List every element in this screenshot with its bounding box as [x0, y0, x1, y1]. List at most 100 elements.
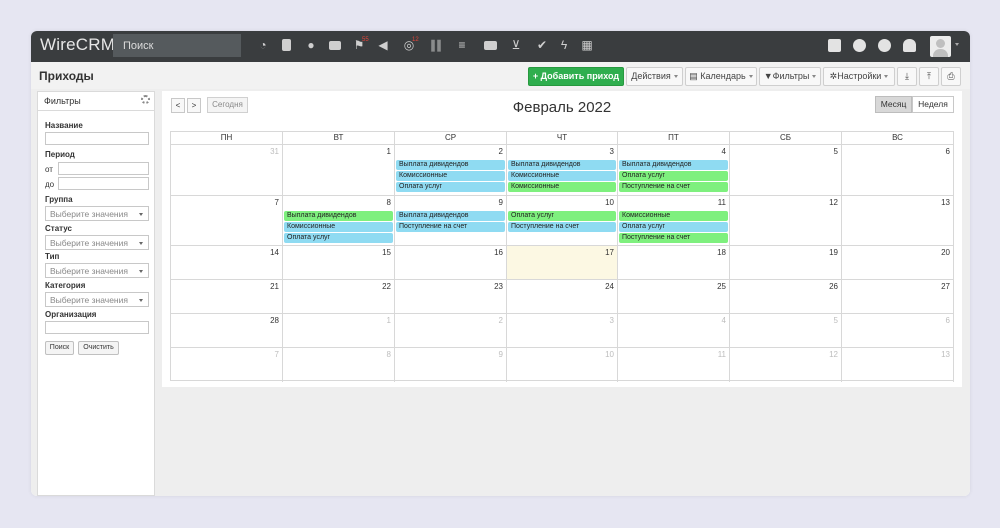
chevron-down-icon[interactable] — [955, 43, 959, 46]
view-month-button[interactable]: Месяц — [875, 96, 912, 113]
upload-button[interactable]: ⤒ — [919, 67, 939, 86]
calendar-day[interactable]: 13 — [842, 196, 954, 246]
calendar-day[interactable]: 14 — [171, 246, 283, 280]
calendar-day[interactable]: 3 — [507, 314, 618, 348]
calendar-day[interactable]: 13 — [842, 348, 954, 382]
calendar-day[interactable]: 24 — [507, 280, 618, 314]
dashboard-icon[interactable]: ◔ — [256, 38, 270, 52]
money-icon[interactable] — [483, 38, 497, 52]
calendar-event[interactable]: Комиссионные — [284, 222, 393, 232]
calendar-day[interactable]: 7 — [171, 196, 283, 246]
calendar-day[interactable]: 6 — [842, 145, 954, 196]
calendar-day[interactable]: 10 Оплата услуг Поступление на счет — [507, 196, 618, 246]
calendar-event[interactable]: Оплата услуг — [284, 233, 393, 243]
status-select[interactable]: Выберите значения — [45, 235, 149, 250]
add-income-button[interactable]: + Добавить приход — [528, 67, 624, 86]
calendar-day[interactable]: 23 — [395, 280, 507, 314]
calendar-day[interactable]: 18 — [618, 246, 730, 280]
calendar-event[interactable]: Комиссионные — [619, 211, 728, 221]
calendar-event[interactable]: Оплата услуг — [508, 211, 616, 221]
calendar-event[interactable]: Выплата дивидендов — [619, 160, 728, 170]
filters-dropdown[interactable]: ▼Фильтры — [759, 67, 821, 86]
calendar-day[interactable]: 11 — [618, 348, 730, 382]
calendar-day[interactable]: 8 Выплата дивидендов Комиссионные Оплата ус… — [283, 196, 395, 246]
calendar-event[interactable]: Оплата услуг — [396, 182, 505, 192]
download-button[interactable]: ⤓ — [897, 67, 917, 86]
calendar-event[interactable]: Поступление на счет — [508, 222, 616, 232]
calendar-day[interactable]: 22 — [283, 280, 395, 314]
calendar-day[interactable]: 5 — [730, 145, 842, 196]
calendar-day[interactable]: 2 Выплата дивидендов Комиссионные Оплата ус… — [395, 145, 507, 196]
user-icon[interactable]: ● — [304, 38, 318, 52]
calendar-dropdown[interactable]: ▤ Календарь — [685, 67, 757, 86]
calendar-day[interactable]: 4 — [618, 314, 730, 348]
calendar-day[interactable]: 5 — [730, 314, 842, 348]
calendar-day[interactable]: 27 — [842, 280, 954, 314]
search-button[interactable]: Поиск — [45, 341, 74, 355]
calendar-day[interactable]: 7 — [171, 348, 283, 382]
calendar-day[interactable]: 1 — [283, 314, 395, 348]
calendar-day[interactable]: 15 — [283, 246, 395, 280]
period-to-field[interactable] — [58, 177, 149, 190]
calendar-event[interactable]: Поступление на счет — [619, 233, 728, 243]
building-icon[interactable] — [280, 38, 294, 52]
type-select[interactable]: Выберите значения — [45, 263, 149, 278]
group-select[interactable]: Выберите значения — [45, 206, 149, 221]
calendar-day[interactable]: 12 — [730, 348, 842, 382]
actions-dropdown[interactable]: Действия — [626, 67, 683, 86]
calendar-day[interactable]: 25 — [618, 280, 730, 314]
calendar-day[interactable]: 31 — [171, 145, 283, 196]
clear-button[interactable]: Очистить — [78, 341, 119, 355]
calendar-day[interactable]: 10 — [507, 348, 618, 382]
megaphone-icon[interactable]: ◀ — [376, 38, 390, 52]
calendar-day[interactable]: 16 — [395, 246, 507, 280]
bolt-icon[interactable]: ϟ — [557, 38, 571, 52]
calendar-event[interactable]: Выплата дивидендов — [396, 211, 505, 221]
view-week-button[interactable]: Неделя — [912, 96, 954, 113]
calendar-event[interactable]: Поступление на счет — [619, 182, 728, 192]
organization-field[interactable] — [45, 321, 149, 334]
help-icon[interactable] — [878, 39, 891, 52]
calendar-day[interactable]: 19 — [730, 246, 842, 280]
calendar-day[interactable]: 11 Комиссионные Оплата услуг Поступление на… — [618, 196, 730, 246]
app-logo[interactable]: WireCRM — [40, 35, 115, 55]
calendar-event[interactable]: Комиссионные — [396, 171, 505, 181]
barcode-icon[interactable]: ∥∥ — [429, 38, 443, 52]
check-icon[interactable]: ✔ — [535, 38, 549, 52]
calendar-event[interactable]: Оплата услуг — [619, 171, 728, 181]
calendar-day[interactable]: 2 — [395, 314, 507, 348]
calendar-event[interactable]: Выплата дивидендов — [396, 160, 505, 170]
calendar-event[interactable]: Выплата дивидендов — [508, 160, 616, 170]
calendar-day[interactable]: 28 — [171, 314, 283, 348]
prev-button[interactable]: < — [171, 98, 185, 113]
plus-square-icon[interactable] — [828, 39, 841, 52]
search-input[interactable] — [113, 34, 241, 57]
calendar-day[interactable]: 20 — [842, 246, 954, 280]
print-button[interactable]: ⎙ — [941, 67, 961, 86]
list-icon[interactable]: ≡ — [455, 38, 469, 52]
calendar-event[interactable]: Комиссионные — [508, 171, 616, 181]
flag-icon[interactable]: ⚑ 55 — [352, 37, 369, 52]
grid-icon[interactable]: ▦ — [580, 38, 594, 52]
settings-dropdown[interactable]: ✲Настройки — [823, 67, 895, 86]
briefcase-icon[interactable] — [328, 38, 342, 52]
today-button[interactable]: Сегодня — [207, 97, 248, 113]
calendar-day[interactable]: 3 Выплата дивидендов Комиссионные Комиссион… — [507, 145, 618, 196]
calendar-event[interactable]: Оплата услуг — [619, 222, 728, 232]
next-button[interactable]: > — [187, 98, 201, 113]
calendar-day[interactable]: 9 — [395, 348, 507, 382]
calendar-event[interactable]: Выплата дивидендов — [284, 211, 393, 221]
lifebuoy-icon[interactable]: ◎ 12 — [402, 37, 419, 52]
category-select[interactable]: Выберите значения — [45, 292, 149, 307]
calendar-event[interactable]: Поступление на счет — [396, 222, 505, 232]
calendar-day[interactable]: 21 — [171, 280, 283, 314]
calendar-day[interactable]: 4 Выплата дивидендов Оплата услуг Поступлен… — [618, 145, 730, 196]
bell-icon[interactable] — [903, 39, 916, 52]
cart-icon[interactable]: ⊻ — [509, 38, 523, 52]
period-from-field[interactable] — [58, 162, 149, 175]
calendar-day[interactable]: 26 — [730, 280, 842, 314]
calendar-day-today[interactable]: 17 — [507, 246, 618, 280]
calendar-day[interactable]: 1 — [283, 145, 395, 196]
chat-icon[interactable] — [853, 39, 866, 52]
avatar[interactable] — [930, 36, 951, 57]
